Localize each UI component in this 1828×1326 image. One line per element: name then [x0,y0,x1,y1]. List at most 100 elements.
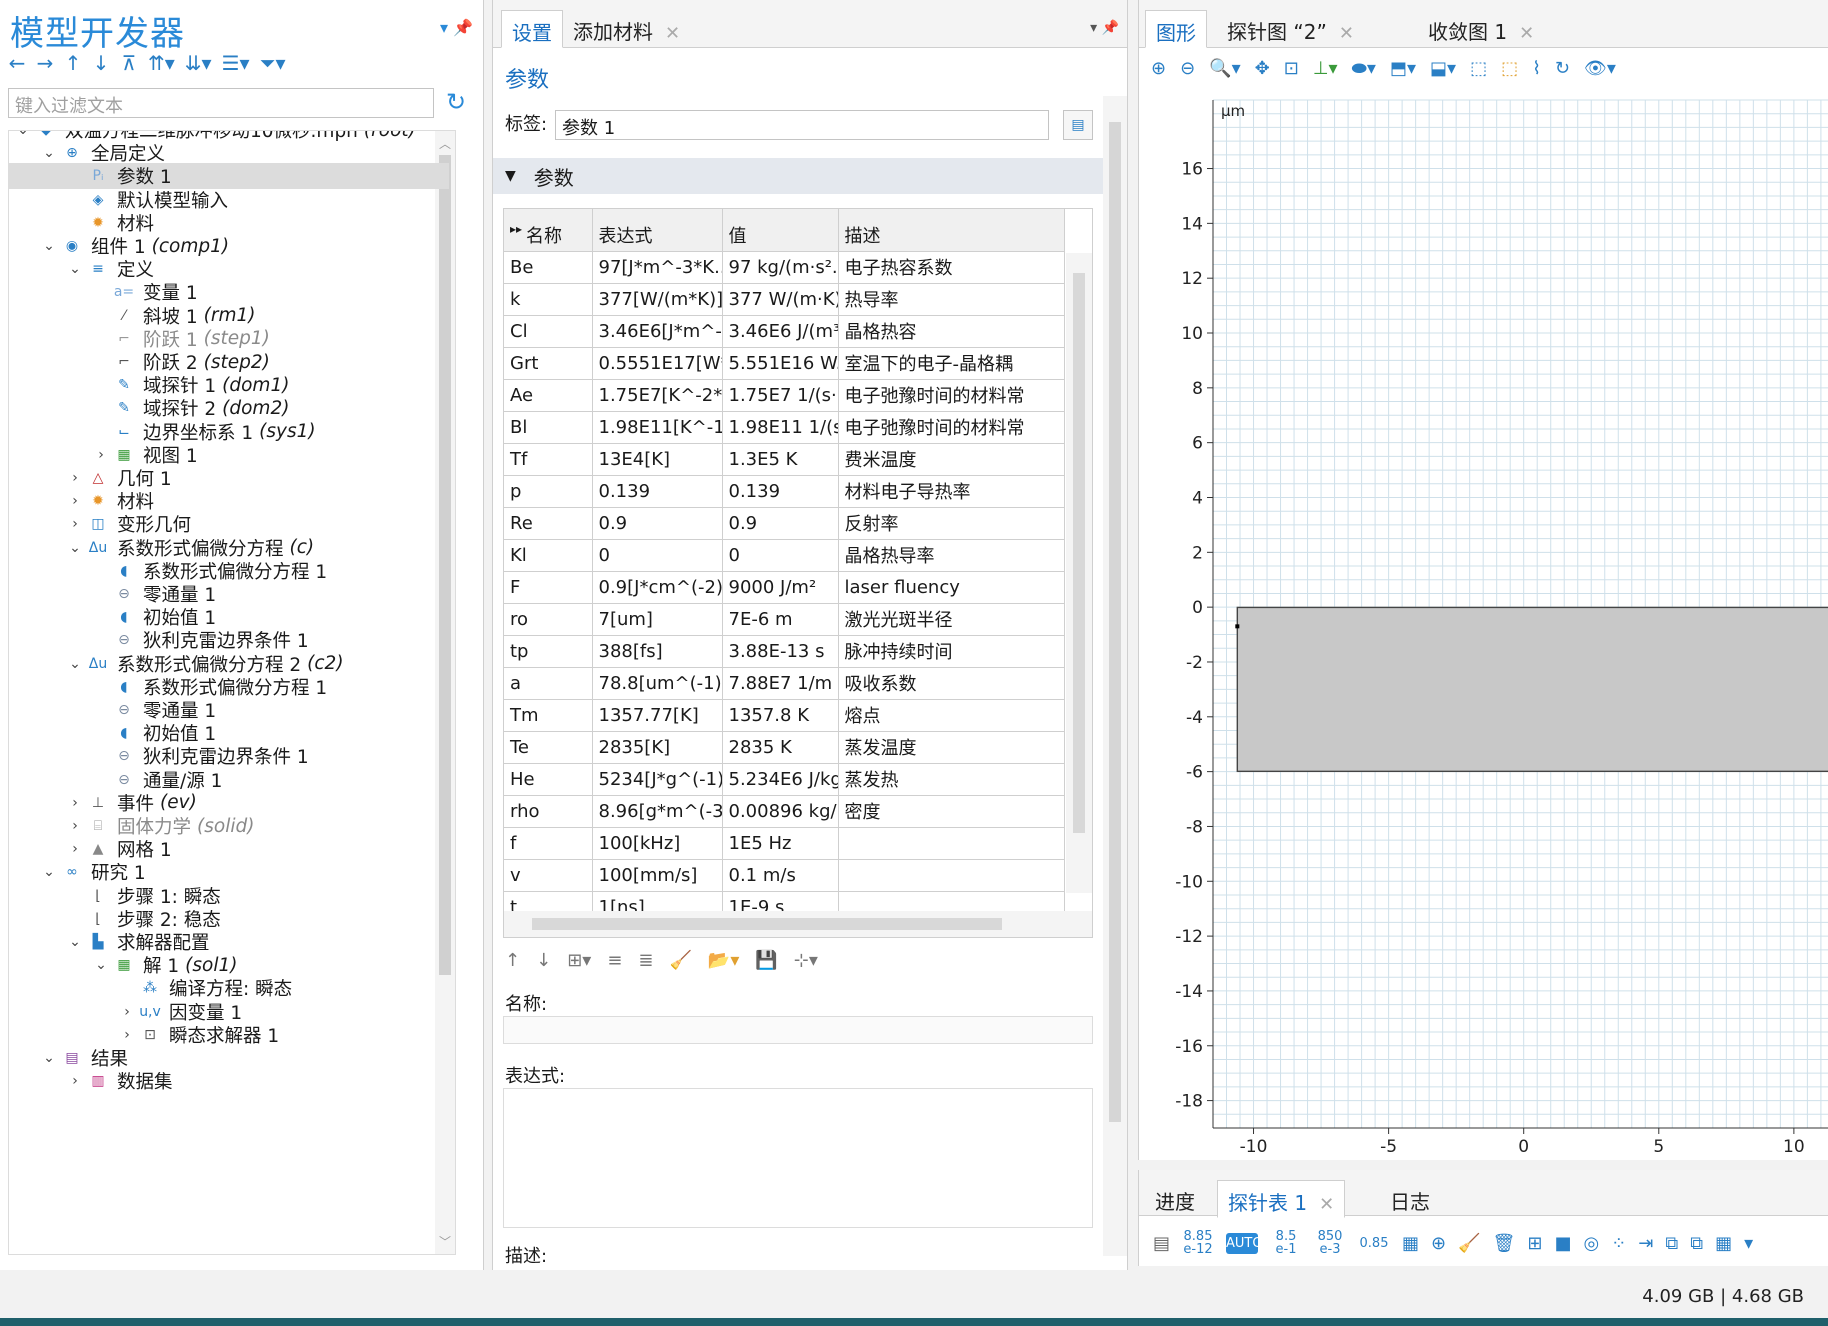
zoom-extents-icon[interactable]: ✥ [1255,58,1270,79]
parameters-section-header[interactable]: ▼ 参数 [493,158,1103,194]
param-value-cell[interactable]: 0.00896 kg/... [722,795,839,828]
move-up-icon[interactable]: ↑ [64,51,82,75]
table-icon[interactable]: ▤ [1153,1233,1170,1254]
export-icon[interactable]: ⇥ [1638,1233,1653,1254]
param-description-cell[interactable]: 密度 [838,795,1065,828]
tree-node[interactable]: ⌄ ▙ 求解器配置 [9,929,449,955]
forward-icon[interactable]: → [36,51,54,75]
param-expression-cell[interactable]: 8.96[g*m^(-3)] [592,795,723,828]
save-to-file-icon[interactable]: 💾 [755,950,777,971]
scroll-down-icon[interactable]: ﹀ [439,1233,451,1250]
param-value-cell[interactable]: 5.234E6 J/kg [722,763,839,796]
column-header[interactable]: ▸▸ 名称 [504,209,593,252]
globe-icon[interactable]: ⊕ [1431,1233,1446,1254]
param-description-cell[interactable]: 蒸发温度 [838,731,1065,764]
table-row[interactable]: a 78.8[um^(-1)] 7.88E7 1/m 吸收系数 [504,667,1065,700]
param-name-cell[interactable]: Grt [504,347,593,380]
tree-node[interactable]: ⌐ 阶跃 2 (step2) [9,349,449,375]
param-expression-cell[interactable]: 1.98E11[K^-1... [592,411,723,444]
table-row[interactable]: Kl 0 0 晶格热导率 [504,539,1065,572]
table-row[interactable]: tp 388[fs] 3.88E-13 s 脉冲持续时间 [504,635,1065,668]
table-settings-icon[interactable]: ▦ [1715,1233,1732,1254]
param-description-cell[interactable]: 激光光斑半径 [838,603,1065,636]
name-field[interactable] [503,1016,1093,1044]
param-name-cell[interactable]: Bl [504,411,593,444]
param-description-cell[interactable]: 室温下的电子-晶格耦 [838,347,1065,380]
table-row[interactable]: F 0.9[J*cm^(-2)] 9000 J/m² laser fluency [504,571,1065,604]
param-expression-cell[interactable]: 97[J*m^-3*K... [592,251,723,284]
zoom-selection-icon[interactable]: ⊡ [1284,58,1299,79]
tab[interactable]: 进度 [1145,1180,1205,1218]
param-description-cell[interactable]: 脉冲持续时间 [838,635,1065,668]
zoom-in-icon[interactable]: ⊕ [1151,58,1166,79]
column-header[interactable]: 值 [722,209,839,252]
param-name-cell[interactable]: Be [504,251,593,284]
chevron-down-icon[interactable]: ⌄ [41,238,57,254]
tree-node[interactable]: a= 变量 1 [9,279,449,305]
tree-node[interactable]: ◖ 初始值 1 [9,720,449,746]
tree-node[interactable]: › ◫ 变形几何 [9,511,449,537]
param-description-cell[interactable]: 费米温度 [838,443,1065,476]
param-expression-cell[interactable]: 377[W/(m*K)] [592,283,723,316]
param-value-cell[interactable]: 3.88E-13 s [722,635,839,668]
tree-node[interactable]: ⁂ 编译方程: 瞬态 [9,975,449,1001]
table-row[interactable]: Grt0.5551E17[W*...5.551E16 W...室温下的电子-晶格… [504,347,1065,380]
param-name-cell[interactable]: Te [504,731,593,764]
number-format-button[interactable]: 8.85 e-12 [1182,1230,1214,1256]
chevron-right-icon[interactable]: › [119,1004,135,1020]
axis-orientation-icon[interactable]: ⊥▾ [1313,58,1338,79]
chevron-right-icon[interactable]: › [67,493,83,509]
param-name-cell[interactable]: v [504,859,593,892]
param-name-cell[interactable]: F [504,571,593,604]
param-expression-cell[interactable]: 100[mm/s] [592,859,723,892]
tree-node[interactable]: › ⊡ 瞬态求解器 1 [9,1022,449,1048]
tree-node[interactable]: ⊖ 零通量 1 [9,581,449,607]
param-value-cell[interactable]: 5.551E16 W... [722,347,839,380]
param-expression-cell[interactable]: 0.9[J*cm^(-2)] [592,571,723,604]
tree-node[interactable]: Pᵢ 参数 1 [9,163,449,190]
panel-menu-icon[interactable]: ▾ 📌 [1090,20,1119,36]
refresh-icon[interactable]: ↻ [446,88,466,116]
table-row[interactable]: Re 0.9 0.9 反射率 [504,507,1065,540]
expand-rows-icon[interactable]: ≡ [607,950,622,971]
chevron-down-icon[interactable]: ⌄ [41,864,57,880]
tree-node[interactable]: ⊖ 零通量 1 [9,697,449,723]
clear-selection-icon[interactable]: ⬚ [1501,58,1518,79]
geometry-point[interactable] [1235,624,1240,629]
move-up-icon[interactable]: ↑ [505,950,520,971]
param-description-cell[interactable]: 材料电子导热率 [838,475,1065,508]
param-description-cell[interactable]: 吸收系数 [838,667,1065,700]
param-name-cell[interactable]: Kl [504,539,593,572]
tree-node[interactable]: › ✹ 材料 [9,488,449,514]
param-name-cell[interactable]: f [504,827,593,860]
tree-node[interactable]: ⌄ ∞ 研究 1 [9,859,449,885]
param-value-cell[interactable]: 1357.8 K [722,699,839,732]
zoom-out-icon[interactable]: ⊖ [1180,58,1195,79]
param-description-cell[interactable]: laser fluency [838,571,1065,604]
param-value-cell[interactable]: 377 W/(m·K) [722,283,839,316]
tree-node[interactable]: ◖ 系数形式偏微分方程 1 [9,674,449,700]
tree-node[interactable]: ⊖ 狄利克雷边界条件 1 [9,743,449,769]
tree-node[interactable]: ⌄ ⊕ 全局定义 [9,140,449,166]
table-row[interactable]: Te 2835[K] 2835 K 蒸发温度 [504,731,1065,764]
load-from-file-icon[interactable]: 📂▾ [708,950,739,971]
param-value-cell[interactable]: 1.75E7 1/(s·K²) [722,379,839,412]
dropdown-icon[interactable]: ▾ [1744,1233,1753,1254]
tab[interactable]: 探针图 “2” ✕ [1217,10,1364,48]
save-icon[interactable]: ⧉ [1690,1233,1703,1254]
param-description-cell[interactable]: 晶格热导率 [838,539,1065,572]
collapse-rows-icon[interactable]: ≣ [638,950,653,971]
table-row[interactable]: Tf 13E4[K] 1.3E5 K 费米温度 [504,443,1065,476]
tree-node[interactable]: › △ 几何 1 [9,465,449,491]
param-description-cell[interactable]: 电子弛豫时间的材料常 [838,379,1065,412]
param-value-cell[interactable]: 2835 K [722,731,839,764]
chevron-right-icon[interactable]: › [93,447,109,463]
param-expression-cell[interactable]: 388[fs] [592,635,723,668]
chevron-down-icon[interactable]: ⌄ [67,540,83,556]
param-name-cell[interactable]: a [504,667,593,700]
scrollbar-thumb[interactable] [1073,273,1085,833]
chevron-down-icon[interactable]: ⌄ [41,145,57,161]
table-row[interactable]: Cl3.46E6[J*m^-...3.46E6 J/(m³...晶格热容 [504,315,1065,348]
tree-node[interactable]: ⌄ ◉ 组件 1 (comp1) [9,233,449,259]
number-format-button[interactable]: 850 e-3 [1314,1230,1346,1256]
